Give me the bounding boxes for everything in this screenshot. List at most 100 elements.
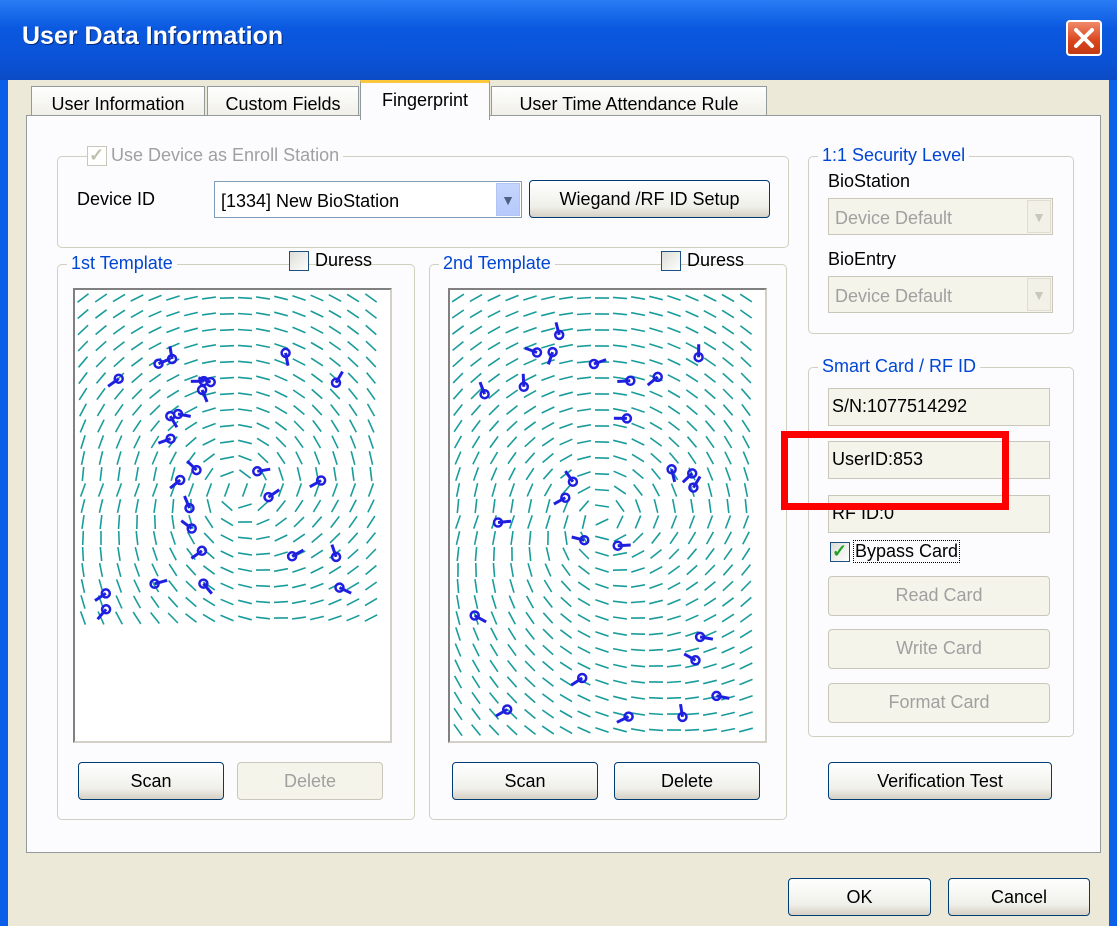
biostation-security-value: Device Default — [835, 208, 953, 228]
verification-test-button[interactable]: Verification Test — [828, 762, 1052, 800]
wiegand-rfid-setup-button[interactable]: Wiegand /RF ID Setup — [529, 180, 770, 218]
fingerprint-ridge — [238, 454, 252, 462]
fingerprint-ridge — [541, 693, 555, 703]
fingerprint-ridge — [558, 296, 574, 300]
fingerprint-ridge — [291, 599, 307, 605]
fingerprint-ridge — [347, 340, 359, 352]
read-card-button[interactable]: Read Card — [828, 576, 1050, 616]
bioentry-security-select[interactable]: Device Default ▼ — [828, 276, 1053, 313]
fingerprint-minutia — [469, 610, 487, 624]
fingerprint-ridge — [274, 343, 288, 349]
ok-button[interactable]: OK — [788, 878, 931, 916]
fingerprint-ridge — [346, 598, 360, 606]
fingerprint-minutia — [94, 588, 112, 602]
write-card-button[interactable]: Write Card — [828, 629, 1050, 669]
chevron-down-icon[interactable]: ▼ — [496, 183, 520, 216]
fingerprint-ridge — [723, 419, 733, 433]
fingerprint-ridge — [274, 295, 288, 301]
fingerprint-ridge — [595, 678, 609, 686]
fingerprint-ridge — [473, 483, 479, 497]
fingerprint-ridge — [330, 515, 340, 529]
tab-fingerprint[interactable]: Fingerprint — [360, 80, 490, 120]
fingerprint-ridge — [613, 455, 627, 461]
fingerprint-ridge — [185, 580, 197, 592]
fingerprint-ridge — [703, 309, 717, 319]
fingerprint-ridge — [704, 388, 716, 400]
fingerprint-ridge — [723, 435, 733, 449]
device-id-label: Device ID — [77, 189, 156, 209]
first-duress-checkbox[interactable] — [289, 251, 309, 271]
fingerprint-ridge — [634, 499, 642, 513]
fingerprint-ridge — [684, 696, 700, 700]
fingerprint-ridge — [97, 483, 105, 497]
cancel-button[interactable]: Cancel — [948, 878, 1090, 916]
fingerprint-ridge — [558, 391, 574, 397]
fingerprint-ridge — [720, 727, 736, 733]
fingerprint-ridge — [328, 293, 342, 303]
fingerprint-ridge — [525, 611, 535, 625]
fingerprint-ridge — [594, 488, 610, 492]
fingerprint-ridge — [313, 451, 321, 465]
biostation-security-select[interactable]: Device Default ▼ — [828, 198, 1053, 235]
format-card-button[interactable]: Format Card — [828, 683, 1050, 723]
fingerprint-ridge — [149, 404, 161, 416]
device-id-select[interactable]: [1334] New BioStation ▼ — [214, 181, 522, 218]
fingerprint-minutia — [546, 346, 558, 365]
fingerprint-ridge — [488, 388, 500, 400]
fingerprint-ridge — [559, 422, 573, 430]
chevron-down-icon[interactable]: ▼ — [1027, 200, 1051, 233]
fingerprint-ridge — [559, 375, 573, 381]
fingerprint-ridge — [115, 435, 123, 449]
fingerprint-ridge — [98, 562, 104, 578]
fingerprint-ridge — [706, 515, 714, 529]
chevron-down-icon[interactable]: ▼ — [1027, 278, 1051, 311]
second-duress-checkbox[interactable] — [661, 251, 681, 271]
first-scan-button[interactable]: Scan — [78, 762, 224, 800]
bypass-card-checkbox[interactable]: ✓ — [830, 541, 850, 562]
fingerprint-ridge — [527, 515, 533, 529]
fingerprint-ridge — [510, 562, 514, 578]
fingerprint-ridge — [685, 373, 699, 383]
fingerprint-ridge — [594, 472, 610, 476]
fingerprint-ridge — [543, 483, 553, 497]
fingerprint-ridge — [117, 466, 121, 482]
fingerprint-ridge — [740, 580, 752, 592]
fingerprint-ridge — [351, 466, 355, 482]
fingerprint-ridge — [667, 631, 681, 637]
fingerprint-ridge — [667, 342, 681, 350]
fingerprint-ridge — [724, 451, 732, 465]
second-scan-button[interactable]: Scan — [452, 762, 598, 800]
fingerprint-ridge — [612, 632, 628, 636]
fingerprint-ridge — [489, 675, 499, 689]
fingerprint-ridge — [237, 552, 253, 556]
fingerprint-ridge — [631, 438, 645, 446]
dialog-window: User Data Information User Information C… — [0, 0, 1117, 926]
fingerprint-ridge — [667, 581, 681, 591]
second-delete-button[interactable]: Delete — [614, 762, 760, 800]
fingerprint-ridge — [576, 376, 592, 380]
fingerprint-ridge — [524, 676, 536, 688]
fingerprint-ridge — [525, 595, 535, 609]
title-bar[interactable]: User Data Information — [0, 0, 1117, 80]
fingerprint-ridge — [274, 421, 288, 431]
fingerprint-ridge — [632, 468, 644, 480]
fingerprint-ridge — [166, 326, 180, 334]
fingerprint-ridge — [684, 647, 700, 653]
fingerprint-ridge — [130, 325, 144, 335]
fingerprint-ridge — [492, 546, 496, 562]
fingerprint-ridge — [350, 450, 356, 466]
fingerprint-ridge — [364, 597, 378, 607]
use-device-checkbox[interactable]: ✓ — [87, 145, 107, 166]
fingerprint-ridge — [576, 392, 592, 396]
fingerprint-ridge — [505, 310, 519, 318]
fingerprint-ridge — [311, 404, 323, 416]
close-button[interactable] — [1066, 20, 1102, 56]
fingerprint-ridge — [453, 691, 463, 705]
fingerprint-ridge — [454, 659, 462, 673]
first-delete-button[interactable]: Delete — [237, 762, 383, 800]
fingerprint-ridge — [237, 360, 253, 364]
fingerprint-ridge — [333, 466, 337, 482]
fingerprint-ridge — [631, 406, 645, 414]
fingerprint-ridge — [112, 325, 126, 335]
fingerprint-ridge — [219, 376, 235, 380]
